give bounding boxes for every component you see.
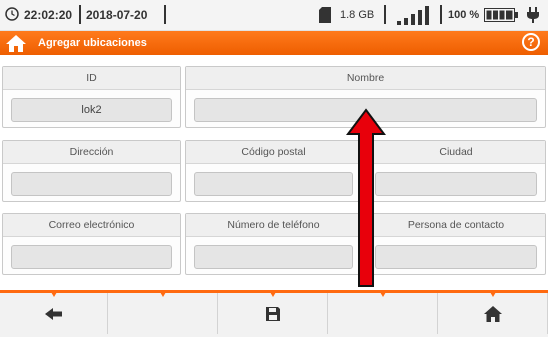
save-button[interactable] bbox=[218, 293, 328, 334]
sd-card-icon bbox=[319, 7, 331, 23]
page-title: Agregar ubicaciones bbox=[38, 37, 147, 49]
red-arrow-annotation bbox=[346, 108, 386, 287]
telefono-field[interactable] bbox=[194, 245, 353, 269]
divider-notch bbox=[270, 292, 276, 297]
storage-text: 1.8 GB bbox=[340, 9, 375, 21]
home-icon[interactable] bbox=[5, 33, 27, 53]
ciudad-label: Ciudad bbox=[367, 141, 545, 164]
ciudad-panel: Ciudad bbox=[366, 140, 546, 202]
empty-button-1[interactable] bbox=[108, 293, 218, 334]
help-icon[interactable]: ? bbox=[522, 33, 540, 51]
correo-panel: Correo electrónico bbox=[2, 213, 181, 275]
contacto-panel: Persona de contacto bbox=[366, 213, 546, 275]
telefono-panel: Número de teléfono bbox=[185, 213, 362, 275]
ciudad-field[interactable] bbox=[375, 172, 537, 196]
battery-icon bbox=[484, 8, 518, 22]
telefono-label: Número de teléfono bbox=[186, 214, 361, 237]
back-arrow-icon bbox=[44, 307, 62, 320]
divider-notch bbox=[490, 292, 496, 297]
status-divider bbox=[384, 5, 386, 24]
direccion-field[interactable] bbox=[11, 172, 172, 196]
id-panel: ID lok2 bbox=[2, 66, 181, 128]
back-button[interactable] bbox=[0, 293, 108, 334]
plug-icon bbox=[527, 7, 539, 23]
clock-icon bbox=[5, 7, 19, 21]
codigo-postal-field[interactable] bbox=[194, 172, 353, 196]
id-label: ID bbox=[3, 67, 180, 90]
status-date: 2018-07-20 bbox=[86, 8, 148, 22]
nombre-label: Nombre bbox=[186, 67, 545, 90]
status-bar: 22:02:20 2018-07-20 1.8 GB 100 % bbox=[0, 0, 548, 31]
divider-notch bbox=[160, 292, 166, 297]
contacto-field[interactable] bbox=[375, 245, 537, 269]
empty-button-2[interactable] bbox=[328, 293, 438, 334]
status-divider bbox=[79, 5, 81, 24]
status-time: 22:02:20 bbox=[24, 8, 73, 22]
divider-notch bbox=[380, 292, 386, 297]
codigo-postal-panel: Código postal bbox=[185, 140, 362, 202]
title-bar: Agregar ubicaciones ? bbox=[0, 31, 548, 55]
direccion-label: Dirección bbox=[3, 141, 180, 164]
divider-notch bbox=[51, 292, 57, 297]
id-field[interactable]: lok2 bbox=[11, 98, 172, 122]
contacto-label: Persona de contacto bbox=[367, 214, 545, 237]
battery-percent: 100 % bbox=[448, 9, 480, 21]
status-divider bbox=[164, 5, 166, 24]
home-icon bbox=[483, 305, 502, 322]
signal-icon bbox=[397, 6, 429, 25]
correo-label: Correo electrónico bbox=[3, 214, 180, 237]
correo-field[interactable] bbox=[11, 245, 172, 269]
home-button[interactable] bbox=[438, 293, 548, 334]
save-icon bbox=[265, 306, 280, 321]
codigo-postal-label: Código postal bbox=[186, 141, 361, 164]
bottom-toolbar bbox=[0, 290, 548, 337]
direccion-panel: Dirección bbox=[2, 140, 181, 202]
status-divider bbox=[440, 5, 442, 24]
